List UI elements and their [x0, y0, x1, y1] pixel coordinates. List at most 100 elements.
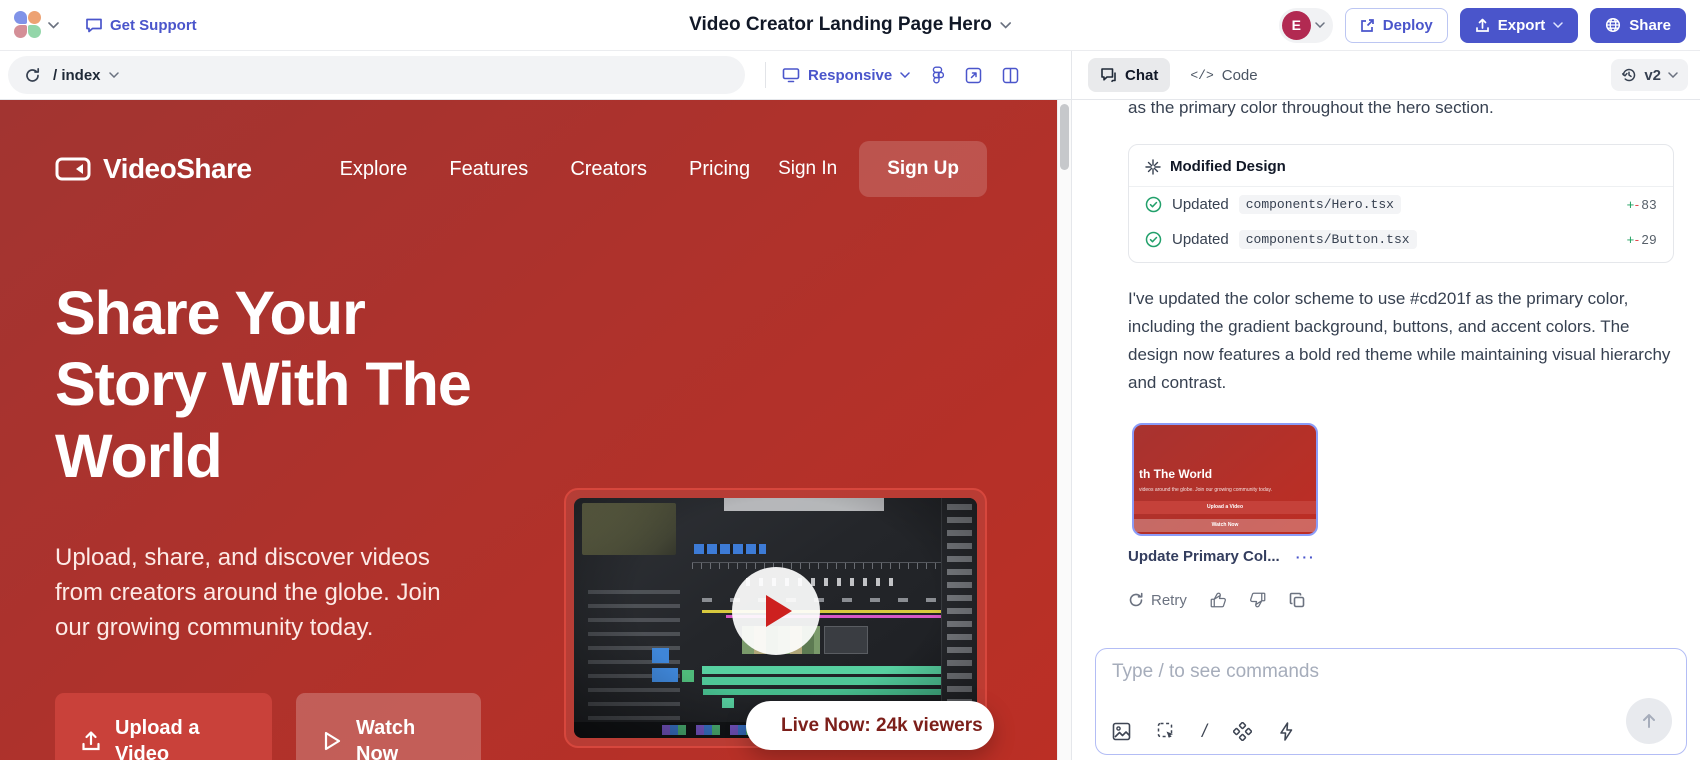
slash-command-icon[interactable]: /	[1202, 721, 1207, 742]
figma-icon[interactable]	[932, 66, 945, 84]
retry-button[interactable]: Retry	[1128, 592, 1187, 609]
play-icon	[766, 595, 792, 627]
chat-panel: as the primary color throughout the hero…	[1072, 100, 1700, 760]
toolbar-right: Chat </> Code v2	[1072, 51, 1700, 99]
live-viewers-badge: Live Now: 24k viewers	[746, 701, 994, 750]
split-panel-icon[interactable]	[1002, 67, 1019, 84]
share-button[interactable]: Share	[1590, 8, 1686, 43]
sparkle-icon	[1145, 159, 1161, 175]
brand-logo[interactable]: VideoShare	[55, 153, 252, 185]
nav-pricing[interactable]: Pricing	[689, 158, 750, 181]
version-thumbnail[interactable]: th The World videos around the globe. Jo…	[1132, 423, 1318, 536]
app-logo-icon	[14, 11, 42, 39]
modified-design-title: Modified Design	[1170, 158, 1286, 175]
watch-now-button[interactable]: Watch Now	[296, 693, 481, 760]
video-camera-icon	[55, 156, 91, 182]
deploy-button[interactable]: Deploy	[1345, 8, 1448, 43]
copy-icon[interactable]	[1289, 592, 1306, 609]
thumbs-up-icon[interactable]	[1209, 591, 1227, 609]
thumbnail-mini-subtext: videos around the globe. Join our growin…	[1139, 487, 1312, 493]
upload-icon	[81, 730, 101, 752]
refresh-icon[interactable]	[24, 67, 41, 84]
version-label: v2	[1644, 67, 1661, 84]
version-title[interactable]: Update Primary Col...	[1128, 548, 1280, 565]
send-button[interactable]	[1626, 698, 1672, 744]
tab-code-label: Code	[1222, 67, 1258, 84]
scrollbar-thumb[interactable]	[1060, 104, 1069, 170]
share-label: Share	[1629, 17, 1671, 34]
hero-headline: Share Your Story With The World	[55, 278, 475, 492]
chat-messages: as the primary color throughout the hero…	[1128, 100, 1674, 609]
play-button[interactable]	[732, 567, 820, 655]
brand-name: VideoShare	[103, 153, 252, 185]
retry-label: Retry	[1151, 592, 1187, 609]
deploy-label: Deploy	[1383, 17, 1433, 34]
export-button[interactable]: Export	[1460, 8, 1579, 43]
components-icon[interactable]	[1233, 722, 1252, 741]
select-element-icon[interactable]	[1157, 722, 1176, 741]
modified-design-card: Modified Design Updated components/Hero.…	[1128, 144, 1674, 263]
change-status: Updated	[1172, 231, 1229, 248]
globe-icon	[1605, 17, 1621, 33]
upload-video-button[interactable]: Upload a Video	[55, 693, 272, 760]
file-change-row[interactable]: Updated components/Hero.tsx +-83	[1129, 187, 1673, 222]
file-chip: components/Button.tsx	[1239, 230, 1417, 249]
chat-icon	[1100, 67, 1117, 83]
check-circle-icon	[1145, 196, 1162, 213]
chevron-down-icon	[1000, 22, 1011, 29]
page-url-bar[interactable]: / index	[8, 56, 745, 94]
retry-icon	[1128, 592, 1144, 608]
thumbs-down-icon[interactable]	[1249, 591, 1267, 609]
monitor-icon	[782, 67, 800, 83]
open-preview-icon[interactable]	[965, 67, 982, 84]
assistant-message-tail: as the primary color throughout the hero…	[1128, 100, 1674, 122]
sign-up-button[interactable]: Sign Up	[859, 141, 987, 197]
main-area: VideoShare Explore Features Creators Pri…	[0, 100, 1700, 760]
live-badge-label: Live Now: 24k viewers	[781, 715, 983, 737]
check-circle-icon	[1145, 231, 1162, 248]
viewport-selector[interactable]: Responsive	[782, 67, 910, 84]
composer-tools: /	[1112, 721, 1295, 742]
preview-scrollbar[interactable]	[1057, 100, 1071, 760]
chat-input[interactable]	[1112, 661, 1670, 683]
file-chip: components/Hero.tsx	[1239, 195, 1401, 214]
nav-features[interactable]: Features	[449, 158, 528, 181]
nav-explore[interactable]: Explore	[340, 158, 408, 181]
chevron-down-icon	[1315, 22, 1325, 28]
viewport-label: Responsive	[808, 67, 892, 84]
quick-actions-icon[interactable]	[1278, 722, 1295, 741]
watch-now-label: Watch Now	[356, 715, 455, 760]
route-label: / index	[53, 67, 101, 84]
version-history-button[interactable]: v2	[1611, 59, 1688, 91]
project-title-dropdown[interactable]: Video Creator Landing Page Hero	[689, 14, 1011, 36]
attach-image-icon[interactable]	[1112, 722, 1131, 741]
chat-composer[interactable]: /	[1095, 648, 1687, 755]
tab-code[interactable]: </> Code	[1178, 58, 1269, 92]
diff-stats: +-29	[1627, 232, 1657, 247]
hero-subtext: Upload, share, and discover videos from …	[55, 540, 465, 645]
upload-icon	[1475, 18, 1490, 33]
chevron-down-icon	[1668, 72, 1678, 78]
app-window: Get Support Video Creator Landing Page H…	[0, 0, 1700, 760]
tab-chat[interactable]: Chat	[1088, 58, 1170, 92]
chevron-down-icon	[48, 22, 59, 29]
chat-bubble-icon	[85, 17, 103, 34]
nav-creators[interactable]: Creators	[570, 158, 647, 181]
chevron-down-icon	[109, 72, 119, 78]
tab-chat-label: Chat	[1125, 67, 1158, 84]
hero-cta-row: Upload a Video Watch Now	[55, 693, 481, 760]
workspace-menu[interactable]	[14, 11, 59, 39]
get-support-link[interactable]: Get Support	[85, 17, 197, 34]
history-icon	[1621, 67, 1637, 83]
account-menu[interactable]: E	[1279, 8, 1333, 43]
more-options-icon[interactable]: ···	[1296, 549, 1316, 565]
chevron-down-icon	[1553, 22, 1563, 28]
upload-video-label: Upload a Video	[115, 715, 246, 760]
code-icon: </>	[1190, 68, 1213, 83]
route-selector[interactable]: / index	[53, 67, 119, 84]
sign-in-link[interactable]: Sign In	[778, 158, 837, 180]
assistant-message: I've updated the color scheme to use #cd…	[1128, 285, 1674, 397]
thumbnail-mini-button-watch: Watch Now	[1134, 519, 1316, 532]
project-title: Video Creator Landing Page Hero	[689, 14, 992, 36]
file-change-row[interactable]: Updated components/Button.tsx +-29	[1129, 222, 1673, 262]
